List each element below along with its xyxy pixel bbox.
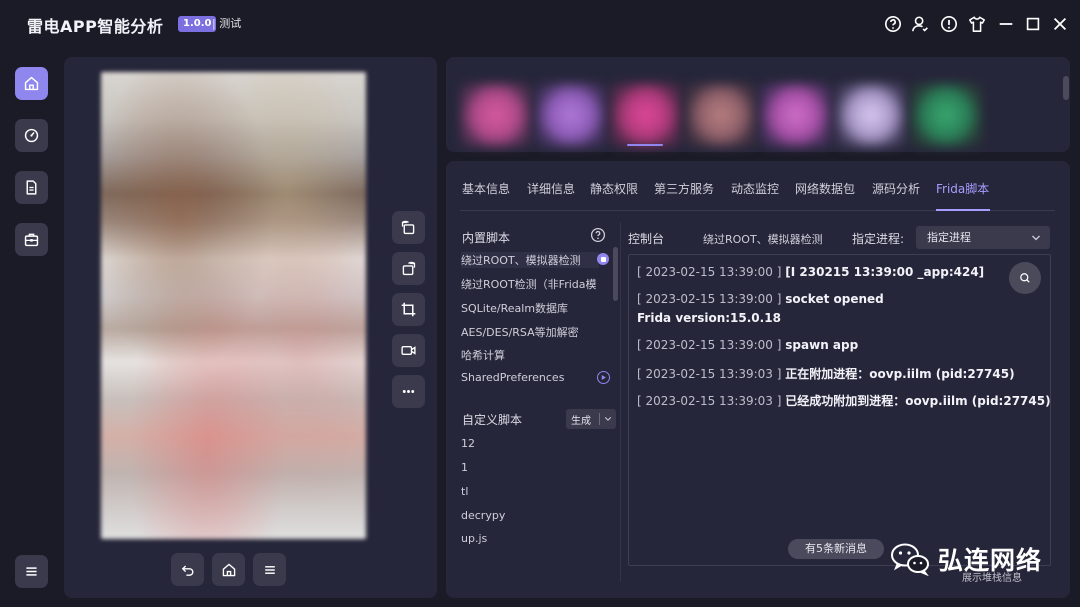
- nav-toolbox-button[interactable]: [15, 223, 48, 256]
- rotate-left-button[interactable]: [392, 211, 425, 244]
- dashboard-icon: [24, 128, 39, 143]
- custom-script-item[interactable]: up.js: [461, 532, 599, 545]
- generate-label: 生成: [571, 415, 591, 427]
- app-thumbnail[interactable]: [460, 83, 532, 147]
- nav-menu-button[interactable]: [15, 555, 48, 588]
- selected-app-indicator: [627, 144, 663, 146]
- log-line: [ 2023-02-15 13:39:03 ] 已经成功附加到进程：oovp.i…: [637, 394, 1051, 408]
- log-line: [ 2023-02-15 13:39:03 ] 正在附加进程：oovp.iilm…: [637, 367, 1015, 381]
- app-strip-scrollbar[interactable]: [1063, 76, 1069, 100]
- process-select-value: 指定进程: [927, 231, 971, 244]
- script-list-scrollbar[interactable]: [613, 247, 618, 301]
- device-screen[interactable]: [101, 72, 366, 539]
- help-circle-icon[interactable]: [884, 15, 902, 33]
- chevron-down-icon: [1032, 235, 1040, 241]
- more-button[interactable]: [392, 375, 425, 408]
- search-icon: [1020, 273, 1030, 283]
- builtin-script-item[interactable]: SharedPreferences: [461, 371, 599, 384]
- nav-dashboard-button[interactable]: [15, 119, 48, 152]
- console-search-button[interactable]: [1009, 262, 1041, 294]
- nav-home-button[interactable]: [15, 67, 48, 100]
- more-icon: [402, 390, 415, 393]
- device-menu-button[interactable]: [253, 553, 286, 586]
- process-label: 指定进程:: [852, 232, 905, 246]
- record-button[interactable]: [392, 334, 425, 367]
- app-thumbnail[interactable]: [535, 83, 607, 147]
- log-line: [ 2023-02-15 13:39:00 ] socket opened: [637, 292, 884, 306]
- log-line: Frida version:15.0.18: [637, 311, 781, 325]
- app-thumbnail[interactable]: [760, 83, 832, 147]
- crop-button[interactable]: [392, 293, 425, 326]
- builtin-scripts-title: 内置脚本: [462, 231, 511, 245]
- app-thumbnail[interactable]: [610, 83, 682, 147]
- column-divider: [620, 222, 621, 582]
- minimize-icon[interactable]: [997, 15, 1015, 33]
- tab-source-analysis[interactable]: 源码分析: [872, 180, 920, 197]
- home-icon: [24, 76, 39, 91]
- tab-third-party[interactable]: 第三方服务: [654, 180, 714, 197]
- env-label: | 测试: [212, 17, 242, 30]
- help-circle-icon[interactable]: [590, 227, 606, 243]
- console-title: 控制台: [628, 232, 665, 246]
- builtin-script-item[interactable]: SQLite/Realm数据库: [461, 300, 599, 316]
- app-thumbnail[interactable]: [835, 83, 907, 147]
- builtin-script-item[interactable]: AES/DES/RSA等加解密: [461, 324, 599, 340]
- custom-script-item[interactable]: 1: [461, 461, 599, 474]
- custom-script-item[interactable]: tl: [461, 485, 599, 498]
- tab-network-packets[interactable]: 网络数据包: [795, 180, 855, 197]
- info-icon[interactable]: [940, 15, 958, 33]
- crop-icon: [401, 302, 416, 317]
- version-badge: 1.0.0: [178, 16, 217, 32]
- user-icon[interactable]: [911, 15, 929, 33]
- active-tab-underline: [936, 209, 990, 211]
- generate-dropdown[interactable]: 生成: [566, 409, 616, 429]
- document-icon: [26, 180, 37, 195]
- back-icon: [181, 565, 193, 576]
- selected-radio-icon[interactable]: [597, 253, 609, 265]
- app-thumbnail[interactable]: [685, 83, 757, 147]
- rotate-left-icon: [401, 220, 415, 235]
- device-back-button[interactable]: [171, 553, 204, 586]
- new-messages-badge[interactable]: 有5条新消息: [788, 539, 884, 559]
- rotate-right-button[interactable]: [392, 252, 425, 285]
- tab-dynamic-monitor[interactable]: 动态监控: [731, 180, 779, 197]
- custom-script-item[interactable]: 12: [461, 437, 599, 450]
- nav-document-button[interactable]: [15, 171, 48, 204]
- builtin-script-item[interactable]: 绕过ROOT检测（非Frida模: [461, 276, 599, 292]
- custom-scripts-title: 自定义脚本: [462, 413, 523, 427]
- rotate-right-icon: [402, 261, 416, 276]
- app-thumbnail[interactable]: [910, 83, 982, 147]
- process-select[interactable]: 指定进程: [916, 226, 1050, 249]
- tab-basic-info[interactable]: 基本信息: [462, 180, 510, 197]
- log-line: [ 2023-02-15 13:39:00 ] spawn app: [637, 338, 859, 352]
- builtin-script-item[interactable]: 哈希计算: [461, 347, 599, 363]
- tab-detail-info[interactable]: 详细信息: [527, 180, 575, 197]
- chevron-down-icon: [604, 417, 612, 421]
- device-home-button[interactable]: [212, 553, 245, 586]
- maximize-icon[interactable]: [1024, 15, 1042, 33]
- current-script-label: 绕过ROOT、模拟器检测: [703, 233, 823, 246]
- wechat-logo-icon: [890, 542, 930, 577]
- record-icon: [401, 345, 416, 356]
- close-icon[interactable]: [1051, 15, 1069, 33]
- custom-script-item[interactable]: decrypy: [461, 509, 599, 522]
- tab-static-permissions[interactable]: 静态权限: [590, 180, 638, 197]
- app-title: 雷电APP智能分析: [27, 17, 164, 36]
- menu-icon: [264, 565, 275, 574]
- play-icon[interactable]: [597, 371, 610, 384]
- tab-frida-scripts[interactable]: Frida脚本: [936, 180, 989, 197]
- watermark-subtext: 展示堆栈信息: [962, 573, 1022, 584]
- builtin-script-item[interactable]: 绕过ROOT、模拟器检测: [461, 252, 599, 268]
- toolbox-icon: [24, 233, 39, 247]
- log-line: [ 2023-02-15 13:39:00 ] [I 230215 13:39:…: [637, 265, 985, 279]
- shirt-icon[interactable]: [968, 15, 986, 33]
- menu-icon: [26, 567, 37, 576]
- home-icon: [222, 563, 235, 576]
